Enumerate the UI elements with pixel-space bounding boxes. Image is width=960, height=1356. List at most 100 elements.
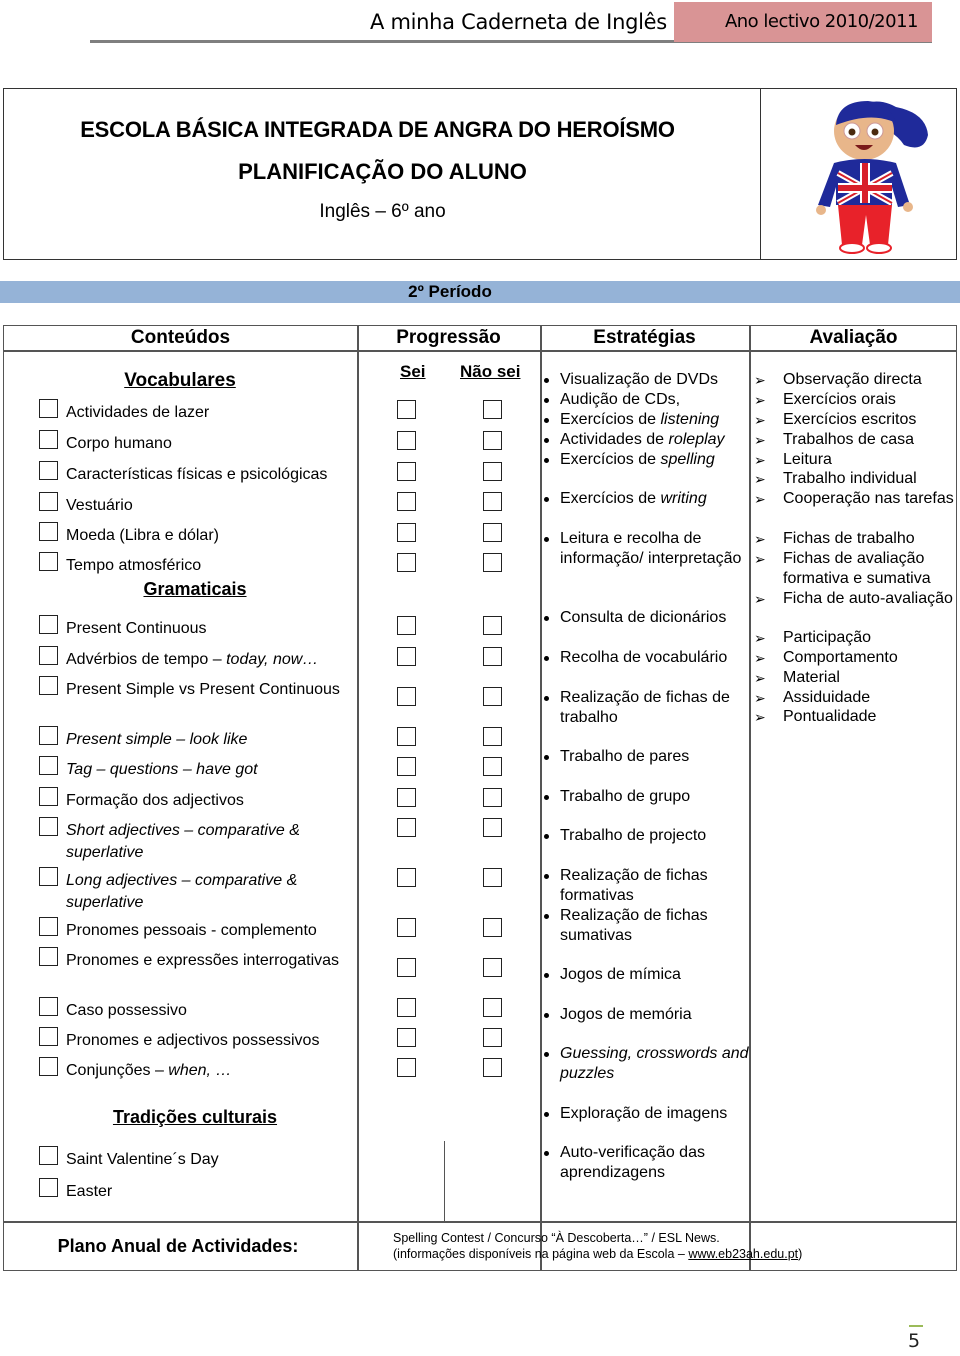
checkbox[interactable] <box>39 646 58 665</box>
checkbox-know[interactable] <box>397 687 416 706</box>
checkbox-dont-know[interactable] <box>483 918 502 937</box>
school-year-badge: Ano lectivo 2010/2011 <box>674 2 932 42</box>
evaluation-label: Fichas de avaliação formativa e sumativa <box>783 550 931 587</box>
arrow-bullet-icon: ➢ <box>754 392 766 408</box>
checkbox[interactable] <box>39 552 58 571</box>
checkbox[interactable] <box>39 430 58 449</box>
checkbox[interactable] <box>39 756 58 775</box>
item-text: Caso possessivo <box>66 1002 187 1019</box>
strategy-label: Auto-verificação das aprendizagens <box>560 1143 750 1183</box>
checkbox-know[interactable] <box>397 788 416 807</box>
checkbox[interactable] <box>39 492 58 511</box>
checkbox-dont-know[interactable] <box>483 727 502 746</box>
content-item-label: Caso possessivo <box>66 1000 351 1022</box>
checkbox[interactable] <box>39 726 58 745</box>
checkbox-know[interactable] <box>397 431 416 450</box>
strategy-text-italic: spelling <box>660 451 715 468</box>
checkbox[interactable] <box>39 399 58 418</box>
checkbox-dont-know[interactable] <box>483 1028 502 1047</box>
checkbox-dont-know[interactable] <box>483 616 502 635</box>
checkbox-know[interactable] <box>397 647 416 666</box>
checkbox-dont-know[interactable] <box>483 553 502 572</box>
checkbox-know[interactable] <box>397 553 416 572</box>
item-text-italic: today, now… <box>226 651 319 668</box>
checkbox-know[interactable] <box>397 400 416 419</box>
checkbox-know[interactable] <box>397 616 416 635</box>
bullet-icon <box>544 537 549 542</box>
checkbox-know[interactable] <box>397 998 416 1017</box>
item-text: Present Continuous <box>66 620 207 637</box>
content-item-label: Long adjectives – comparative & superlat… <box>66 870 351 913</box>
checkbox[interactable] <box>39 522 58 541</box>
checkbox-know[interactable] <box>397 958 416 977</box>
notebook-title: A minha Caderneta de Inglês <box>370 10 667 34</box>
checkbox-know[interactable] <box>397 727 416 746</box>
checkbox-dont-know[interactable] <box>483 492 502 511</box>
checkbox-know[interactable] <box>397 492 416 511</box>
checkbox-dont-know[interactable] <box>483 958 502 977</box>
arrow-bullet-icon: ➢ <box>754 551 766 567</box>
item-text: Características físicas e psicológicas <box>66 466 328 483</box>
checkbox-dont-know[interactable] <box>483 788 502 807</box>
school-header: ESCOLA BÁSICA INTEGRADA DE ANGRA DO HERO… <box>3 88 957 260</box>
checkbox-dont-know[interactable] <box>483 1058 502 1077</box>
checkbox[interactable] <box>39 1027 58 1046</box>
checkbox[interactable] <box>39 867 58 886</box>
checkbox[interactable] <box>39 1146 58 1165</box>
checkbox-dont-know[interactable] <box>483 687 502 706</box>
arrow-bullet-icon: ➢ <box>754 471 766 487</box>
checkbox[interactable] <box>39 817 58 836</box>
checkbox-dont-know[interactable] <box>483 431 502 450</box>
strategy-text: Consulta de dicionários <box>560 609 727 626</box>
checkbox-know[interactable] <box>397 757 416 776</box>
checkbox[interactable] <box>39 461 58 480</box>
arrow-bullet-icon: ➢ <box>754 452 766 468</box>
checkbox-dont-know[interactable] <box>483 868 502 887</box>
progress-header-know: Sei <box>400 362 426 381</box>
checkbox-know[interactable] <box>397 818 416 837</box>
bullet-icon <box>544 616 549 621</box>
bullet-icon <box>544 656 549 661</box>
checkbox-know[interactable] <box>397 1028 416 1047</box>
checkbox[interactable] <box>39 947 58 966</box>
checkbox[interactable] <box>39 676 58 695</box>
content-item-label: Saint Valentine´s Day <box>66 1149 351 1171</box>
checkbox[interactable] <box>39 917 58 936</box>
checkbox-dont-know[interactable] <box>483 647 502 666</box>
content-item-label: Easter <box>66 1181 351 1203</box>
checkbox-dont-know[interactable] <box>483 818 502 837</box>
school-website-link[interactable]: www.eb23ah.edu.pt <box>688 1247 798 1261</box>
checkbox[interactable] <box>39 787 58 806</box>
strategy-label: Exploração de imagens <box>560 1104 750 1124</box>
checkbox[interactable] <box>39 1178 58 1197</box>
checkbox-dont-know[interactable] <box>483 400 502 419</box>
checkbox-know[interactable] <box>397 918 416 937</box>
checkbox[interactable] <box>39 997 58 1016</box>
checkbox-dont-know[interactable] <box>483 462 502 481</box>
checkbox[interactable] <box>39 1057 58 1076</box>
item-text: Advérbios de tempo – <box>66 651 227 668</box>
checkbox-know[interactable] <box>397 868 416 887</box>
checkbox[interactable] <box>39 615 58 634</box>
checkbox-dont-know[interactable] <box>483 998 502 1017</box>
subject-label: Inglês – 6º ano <box>319 201 446 222</box>
content-item-label: Pronomes e expressões interrogativas <box>66 950 351 972</box>
checkbox-know[interactable] <box>397 462 416 481</box>
checkbox-dont-know[interactable] <box>483 757 502 776</box>
evaluation-label: Cooperação nas tarefas <box>783 490 954 507</box>
item-text: Corpo humano <box>66 435 172 452</box>
strategy-text: Actividades de <box>560 431 669 448</box>
checkbox-dont-know[interactable] <box>483 523 502 542</box>
bullet-icon <box>544 378 549 383</box>
strategy-label: Visualização de DVDs <box>560 370 750 390</box>
strategy-text: Realização de fichas de trabalho <box>560 689 730 726</box>
bullet-icon <box>544 914 549 919</box>
strategy-label: Actividades de roleplay <box>560 430 750 450</box>
strategy-text-italic: listening <box>660 411 720 428</box>
content-item-label: Short adjectives – comparative & superla… <box>66 820 351 863</box>
school-name: ESCOLA BÁSICA INTEGRADA DE ANGRA DO HERO… <box>80 117 675 142</box>
checkbox-know[interactable] <box>397 523 416 542</box>
item-text-italic: Long adjectives – comparative & superlat… <box>66 872 298 911</box>
annual-plan-label: Plano Anual de Actividades: <box>57 1236 299 1256</box>
checkbox-know[interactable] <box>397 1058 416 1077</box>
